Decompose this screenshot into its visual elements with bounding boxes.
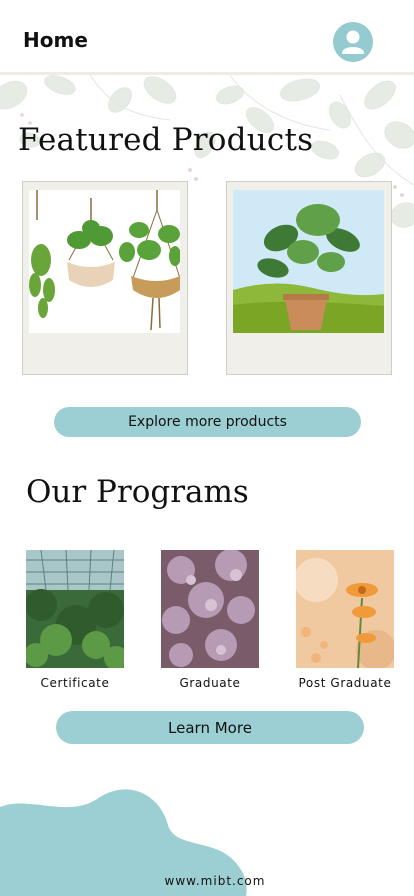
program-post-graduate[interactable]: Post Graduate <box>294 550 396 690</box>
user-avatar-icon[interactable] <box>333 22 373 62</box>
program-label: Graduate <box>179 676 241 690</box>
footer-website-link[interactable]: www.mibt.com <box>0 874 414 888</box>
learn-more-button[interactable]: Learn More <box>56 711 364 744</box>
program-label: Post Graduate <box>298 676 392 690</box>
lilac-flowers-photo <box>161 549 259 668</box>
program-certificate[interactable]: Certificate <box>24 549 128 690</box>
program-graduate[interactable]: Graduate <box>161 549 259 690</box>
explore-products-button[interactable]: Explore more products <box>54 407 361 437</box>
our-programs-heading: Our Programs <box>26 474 249 510</box>
greenhouse-photo <box>24 549 128 670</box>
product-card[interactable] <box>226 181 392 375</box>
orange-flower-photo <box>294 550 396 670</box>
featured-products-heading: Featured Products <box>18 122 314 158</box>
page-title: Home <box>23 28 88 52</box>
monstera-plant-illustration <box>233 190 384 333</box>
product-card[interactable] <box>22 181 188 375</box>
app-header: Home <box>0 0 414 75</box>
program-label: Certificate <box>40 676 110 690</box>
hanging-plants-illustration <box>29 190 180 333</box>
